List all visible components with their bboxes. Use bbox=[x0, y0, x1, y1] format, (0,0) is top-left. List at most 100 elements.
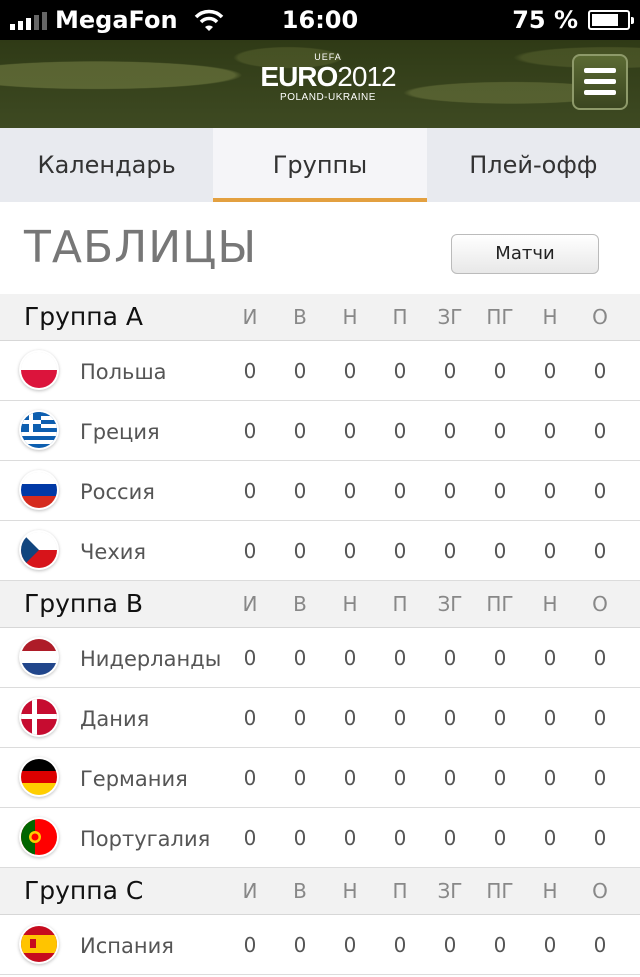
germany-flag-icon bbox=[21, 759, 57, 795]
stat-cell-4: 0 bbox=[443, 933, 457, 957]
stat-cell-6: 0 bbox=[543, 479, 557, 503]
team-stats: 0 0 0 0 0 0 0 0 bbox=[225, 688, 625, 747]
spain-flag-icon bbox=[21, 926, 57, 962]
stat-cell-6: 0 bbox=[543, 646, 557, 670]
column-header-4: ЗГ bbox=[437, 305, 463, 329]
stat-cell-6: 0 bbox=[543, 933, 557, 957]
group-name: Группа B bbox=[24, 589, 144, 618]
team-stats: 0 0 0 0 0 0 0 0 bbox=[225, 915, 625, 974]
stat-cell-5: 0 bbox=[493, 933, 507, 957]
group-name: Группа A bbox=[24, 302, 143, 331]
team-stats: 0 0 0 0 0 0 0 0 bbox=[225, 461, 625, 520]
tab-calendar[interactable]: Календарь bbox=[0, 128, 213, 202]
column-headers: И В Н П ЗГ ПГ Н О bbox=[225, 868, 625, 914]
stat-cell-1: 0 bbox=[293, 359, 307, 383]
table-row[interactable]: Дания 0 0 0 0 0 0 0 0 bbox=[0, 688, 640, 748]
column-header-2: Н bbox=[342, 879, 358, 903]
battery-percent: 75 % bbox=[512, 6, 578, 34]
stat-cell-1: 0 bbox=[293, 419, 307, 443]
standings-table: Группа A И В Н П ЗГ ПГ Н О Польша 0 0 0 0 0 0 0 0 Грец… bbox=[0, 294, 640, 975]
table-row[interactable]: Португалия 0 0 0 0 0 0 0 0 bbox=[0, 808, 640, 868]
status-right: 75 % bbox=[512, 6, 634, 34]
stat-cell-4: 0 bbox=[443, 706, 457, 730]
column-header-6: Н bbox=[542, 592, 558, 616]
tab-playoff[interactable]: Плей-офф bbox=[427, 128, 640, 202]
stat-cell-1: 0 bbox=[293, 539, 307, 563]
title-bar: ТАБЛИЦЫ Матчи bbox=[0, 202, 640, 295]
status-bar: MegaFon 16:00 75 % bbox=[0, 0, 640, 40]
stat-cell-2: 0 bbox=[343, 359, 357, 383]
stat-cell-2: 0 bbox=[343, 933, 357, 957]
column-header-3: П bbox=[392, 305, 408, 329]
column-header-0: И bbox=[242, 305, 258, 329]
stat-cell-1: 0 bbox=[293, 479, 307, 503]
stat-cell-1: 0 bbox=[293, 933, 307, 957]
russia-flag-icon bbox=[21, 472, 57, 508]
stat-cell-4: 0 bbox=[443, 479, 457, 503]
stat-cell-3: 0 bbox=[393, 706, 407, 730]
stat-cell-2: 0 bbox=[343, 706, 357, 730]
stat-cell-3: 0 bbox=[393, 766, 407, 790]
table-row[interactable]: Польша 0 0 0 0 0 0 0 0 bbox=[0, 341, 640, 401]
group-header: Группа B И В Н П ЗГ ПГ Н О bbox=[0, 581, 640, 628]
page-title: ТАБЛИЦЫ bbox=[24, 222, 258, 273]
stat-cell-0: 0 bbox=[243, 539, 257, 563]
stat-cell-2: 0 bbox=[343, 766, 357, 790]
team-name: Германия bbox=[80, 767, 188, 791]
stat-cell-5: 0 bbox=[493, 359, 507, 383]
hamburger-menu-button[interactable] bbox=[572, 54, 628, 110]
column-header-1: В bbox=[293, 879, 307, 903]
stat-cell-0: 0 bbox=[243, 479, 257, 503]
table-row[interactable]: Нидерланды 0 0 0 0 0 0 0 0 bbox=[0, 628, 640, 688]
stat-cell-0: 0 bbox=[243, 933, 257, 957]
column-headers: И В Н П ЗГ ПГ Н О bbox=[225, 581, 625, 627]
stat-cell-6: 0 bbox=[543, 539, 557, 563]
team-name: Чехия bbox=[80, 540, 147, 564]
stat-cell-6: 0 bbox=[543, 359, 557, 383]
team-stats: 0 0 0 0 0 0 0 0 bbox=[225, 808, 625, 867]
group-name: Группа C bbox=[24, 876, 144, 905]
table-row[interactable]: Германия 0 0 0 0 0 0 0 0 bbox=[0, 748, 640, 808]
stat-cell-5: 0 bbox=[493, 419, 507, 443]
table-row[interactable]: Греция 0 0 0 0 0 0 0 0 bbox=[0, 401, 640, 461]
column-header-1: В bbox=[293, 592, 307, 616]
column-header-1: В bbox=[293, 305, 307, 329]
team-name: Польша bbox=[80, 360, 167, 384]
team-name: Нидерланды bbox=[80, 647, 222, 671]
stat-cell-6: 0 bbox=[543, 419, 557, 443]
stat-cell-2: 0 bbox=[343, 479, 357, 503]
stat-cell-7: 0 bbox=[593, 826, 607, 850]
group-header: Группа C И В Н П ЗГ ПГ Н О bbox=[0, 868, 640, 915]
logo-euro: EURO2012 bbox=[260, 61, 396, 92]
team-stats: 0 0 0 0 0 0 0 0 bbox=[225, 748, 625, 807]
stat-cell-3: 0 bbox=[393, 826, 407, 850]
table-row[interactable]: Испания 0 0 0 0 0 0 0 0 bbox=[0, 915, 640, 975]
stat-cell-7: 0 bbox=[593, 539, 607, 563]
table-row[interactable]: Чехия 0 0 0 0 0 0 0 0 bbox=[0, 521, 640, 581]
logo-subtitle: POLAND-UKRAINE bbox=[280, 92, 376, 103]
team-stats: 0 0 0 0 0 0 0 0 bbox=[225, 401, 625, 460]
greece-flag-icon bbox=[21, 412, 57, 448]
stat-cell-1: 0 bbox=[293, 706, 307, 730]
team-stats: 0 0 0 0 0 0 0 0 bbox=[225, 341, 625, 400]
column-header-0: И bbox=[242, 879, 258, 903]
stat-cell-6: 0 bbox=[543, 766, 557, 790]
column-header-5: ПГ bbox=[486, 879, 514, 903]
column-header-2: Н bbox=[342, 592, 358, 616]
stat-cell-3: 0 bbox=[393, 933, 407, 957]
stat-cell-0: 0 bbox=[243, 766, 257, 790]
netherlands-flag-icon bbox=[21, 639, 57, 675]
stat-cell-4: 0 bbox=[443, 826, 457, 850]
stat-cell-4: 0 bbox=[443, 419, 457, 443]
table-row[interactable]: Россия 0 0 0 0 0 0 0 0 bbox=[0, 461, 640, 521]
stat-cell-3: 0 bbox=[393, 479, 407, 503]
stat-cell-0: 0 bbox=[243, 419, 257, 443]
tab-groups[interactable]: Группы bbox=[213, 128, 427, 202]
matches-button[interactable]: Матчи bbox=[451, 234, 599, 274]
portugal-flag-icon bbox=[21, 819, 57, 855]
stat-cell-4: 0 bbox=[443, 646, 457, 670]
stat-cell-3: 0 bbox=[393, 419, 407, 443]
column-header-0: И bbox=[242, 592, 258, 616]
poland-flag-icon bbox=[21, 352, 57, 388]
column-headers: И В Н П ЗГ ПГ Н О bbox=[225, 294, 625, 340]
